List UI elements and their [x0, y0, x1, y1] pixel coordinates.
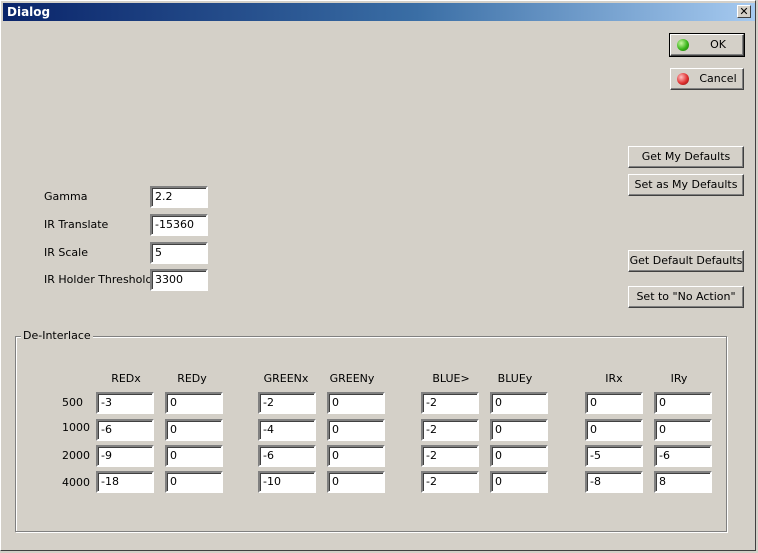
cell-500-irx[interactable]: 0	[585, 392, 643, 414]
cell-1000-irx[interactable]: 0	[585, 419, 643, 441]
ir-holder-threshold-field[interactable]: 3300	[150, 269, 208, 291]
cell-4000-greenx[interactable]: -10	[258, 471, 316, 493]
get-my-defaults-button[interactable]: Get My Defaults	[628, 146, 744, 168]
deinterlace-title: De-Interlace	[21, 329, 93, 343]
ir-translate-field[interactable]: -15360	[150, 214, 208, 236]
ok-button-label: OK	[710, 38, 726, 51]
col-header-greeny: GREENy	[329, 372, 375, 385]
col-header-redy: REDy	[177, 372, 207, 385]
cell-2000-greenx[interactable]: -6	[258, 445, 316, 467]
gamma-label: Gamma	[44, 190, 88, 203]
gamma-field[interactable]: 2.2	[150, 186, 208, 208]
cell-4000-bluex[interactable]: -2	[421, 471, 479, 493]
title-bar[interactable]: Dialog ✕	[3, 3, 755, 21]
red-light-icon	[677, 73, 689, 85]
cell-2000-redy[interactable]: 0	[165, 445, 223, 467]
cell-4000-iry[interactable]: 8	[654, 471, 712, 493]
cell-500-greenx[interactable]: -2	[258, 392, 316, 414]
cell-1000-greeny[interactable]: 0	[327, 419, 385, 441]
col-header-irx: IRx	[605, 372, 623, 385]
cancel-button-label: Cancel	[699, 72, 737, 85]
cell-500-redx[interactable]: -3	[96, 392, 154, 414]
ir-translate-label: IR Translate	[44, 218, 109, 231]
cell-500-bluex[interactable]: -2	[421, 392, 479, 414]
set-as-my-defaults-label: Set as My Defaults	[634, 178, 738, 191]
cell-4000-irx[interactable]: -8	[585, 471, 643, 493]
ir-holder-threshold-label: IR Holder Threshold	[44, 273, 153, 286]
get-default-defaults-label: Get Default Defaults	[629, 254, 743, 267]
col-header-redx: REDx	[111, 372, 141, 385]
cell-2000-irx[interactable]: -5	[585, 445, 643, 467]
cell-1000-redy[interactable]: 0	[165, 419, 223, 441]
get-my-defaults-label: Get My Defaults	[641, 150, 731, 163]
get-default-defaults-button[interactable]: Get Default Defaults	[628, 250, 744, 272]
col-header-greenx: GREENx	[263, 372, 309, 385]
row-header-1000: 1000	[62, 421, 90, 434]
close-button[interactable]: ✕	[737, 5, 751, 18]
cell-1000-iry[interactable]: 0	[654, 419, 712, 441]
cell-1000-bluey[interactable]: 0	[490, 419, 548, 441]
row-header-500: 500	[62, 396, 83, 409]
cell-500-redy[interactable]: 0	[165, 392, 223, 414]
set-no-action-label: Set to "No Action"	[636, 290, 736, 303]
dialog-window: Dialog ✕ OK Cancel Get My Defaults Set a…	[0, 0, 756, 551]
cell-4000-redy[interactable]: 0	[165, 471, 223, 493]
cell-4000-greeny[interactable]: 0	[327, 471, 385, 493]
close-icon: ✕	[739, 5, 749, 18]
col-header-iry: IRy	[670, 372, 688, 385]
cell-2000-redx[interactable]: -9	[96, 445, 154, 467]
cell-4000-redx[interactable]: -18	[96, 471, 154, 493]
col-header-bluex: BLUE>	[432, 372, 470, 385]
cell-500-bluey[interactable]: 0	[490, 392, 548, 414]
row-header-4000: 4000	[62, 476, 90, 489]
cancel-button[interactable]: Cancel	[670, 68, 744, 90]
cell-500-greeny[interactable]: 0	[327, 392, 385, 414]
ir-scale-label: IR Scale	[44, 246, 88, 259]
set-as-my-defaults-button[interactable]: Set as My Defaults	[628, 174, 744, 196]
green-light-icon	[677, 39, 689, 51]
ir-scale-field[interactable]: 5	[150, 242, 208, 264]
set-no-action-button[interactable]: Set to "No Action"	[628, 286, 744, 308]
cell-1000-greenx[interactable]: -4	[258, 419, 316, 441]
cell-2000-greeny[interactable]: 0	[327, 445, 385, 467]
cell-2000-bluey[interactable]: 0	[490, 445, 548, 467]
cell-2000-bluex[interactable]: -2	[421, 445, 479, 467]
col-header-bluey: BLUEy	[497, 372, 533, 385]
ok-button[interactable]: OK	[669, 33, 745, 57]
cell-4000-bluey[interactable]: 0	[490, 471, 548, 493]
window-title: Dialog	[7, 5, 51, 19]
cell-2000-iry[interactable]: -6	[654, 445, 712, 467]
cell-1000-redx[interactable]: -6	[96, 419, 154, 441]
cell-500-iry[interactable]: 0	[654, 392, 712, 414]
row-header-2000: 2000	[62, 449, 90, 462]
cell-1000-bluex[interactable]: -2	[421, 419, 479, 441]
